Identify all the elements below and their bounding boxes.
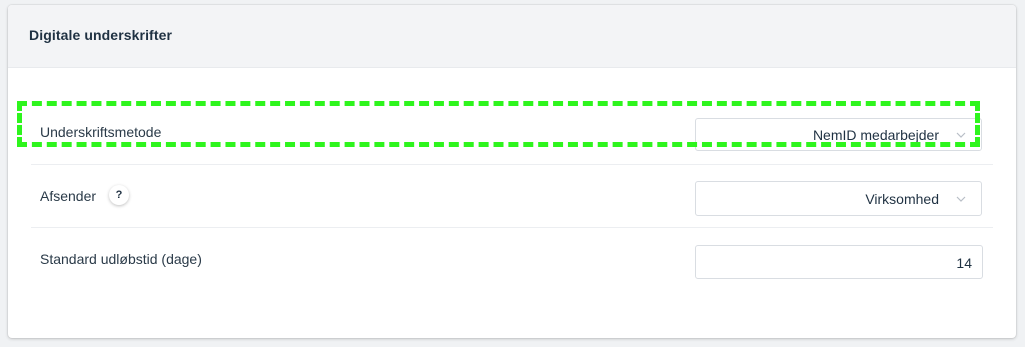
panel-title: Digitale underskrifter [29, 27, 173, 43]
digital-signatures-panel: Digitale underskrifter Underskriftsmetod… [8, 5, 1016, 338]
panel-header: Digitale underskrifter [8, 5, 1016, 68]
sender-select[interactable]: Virksomhed [695, 181, 982, 216]
signature-method-label: Underskriftsmetode [40, 124, 162, 140]
signature-method-row: Underskriftsmetode NemID medarbejder [31, 113, 993, 157]
row-divider [31, 227, 993, 228]
signature-method-value: NemID medarbejder [812, 127, 939, 143]
chevron-down-icon [956, 132, 966, 138]
expiry-label: Standard udløbstid (dage) [40, 251, 202, 267]
sender-label: Afsender [40, 188, 97, 204]
signature-method-select[interactable]: NemID medarbejder [695, 118, 982, 151]
question-icon[interactable]: ? [109, 185, 129, 205]
expiry-row: Standard udløbstid (dage) 14 [31, 237, 993, 289]
chevron-down-icon [956, 196, 966, 202]
expiry-days-input[interactable]: 14 [695, 245, 983, 279]
sender-value: Virksomhed [865, 191, 939, 207]
expiry-days-value: 14 [956, 255, 972, 271]
row-divider [31, 164, 993, 165]
sender-row: Afsender ? Virksomhed [31, 175, 993, 225]
